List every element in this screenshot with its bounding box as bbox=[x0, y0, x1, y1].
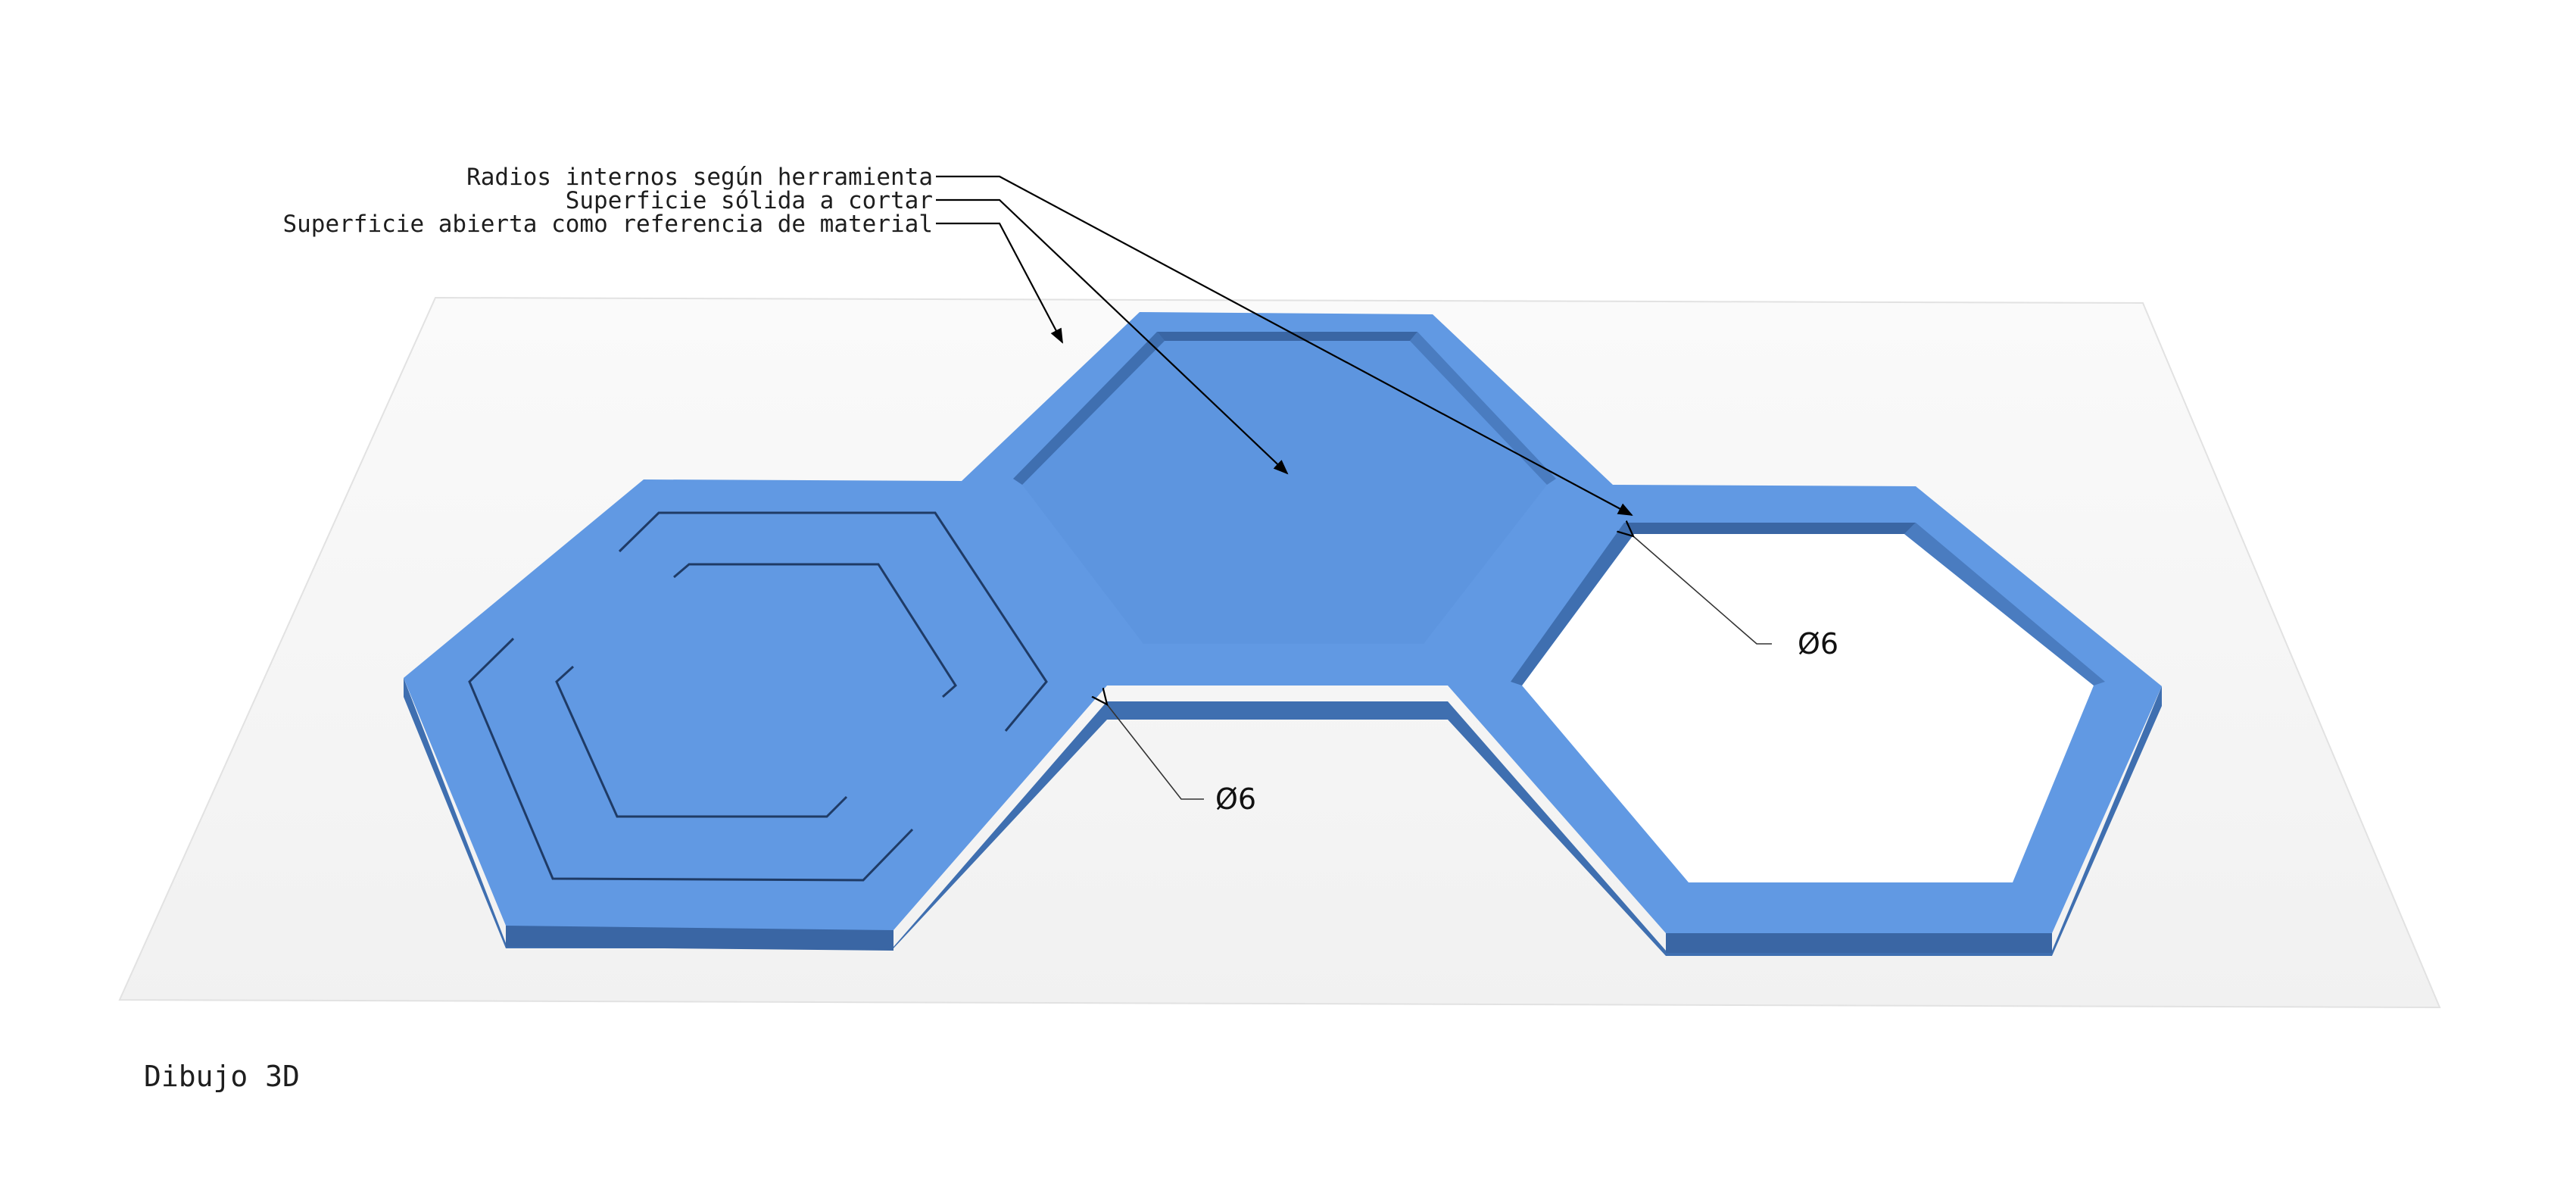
callout-open-surface: Superficie abierta como referencia de ma… bbox=[282, 211, 933, 238]
view-label: Dibujo 3D bbox=[144, 1060, 300, 1093]
drawing-canvas: Radios internos según herramienta Superf… bbox=[118, 164, 2441, 1093]
radius-dimension-left: Ø6 bbox=[1215, 782, 1256, 816]
right-opening-inner-wall-top bbox=[1624, 523, 1916, 534]
middle-pocket-wall-top bbox=[1157, 332, 1417, 341]
radius-dimension-right: Ø6 bbox=[1798, 627, 1838, 661]
